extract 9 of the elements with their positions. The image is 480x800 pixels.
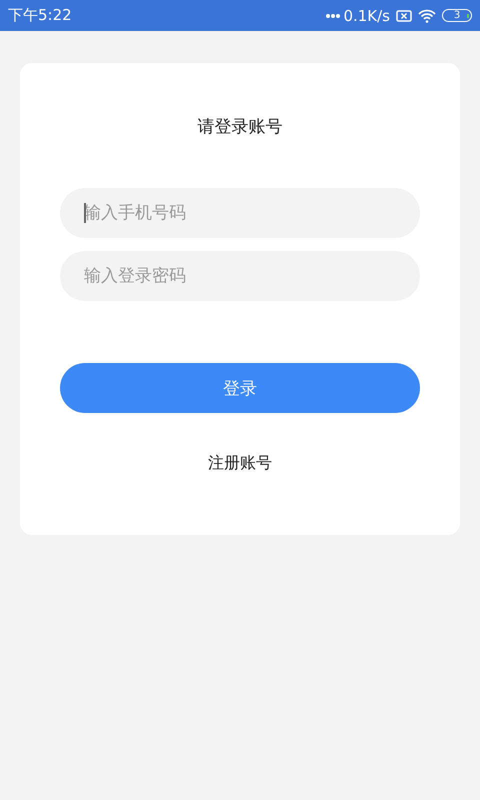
login-title: 请登录账号: [198, 116, 282, 138]
clock-time: 下午5:22: [8, 6, 72, 25]
no-sim-icon: [396, 10, 412, 22]
input-field[interactable]: 输入登录密码: [60, 251, 420, 301]
dots-icon: [325, 12, 342, 18]
wifi-icon: [418, 8, 436, 22]
network-speed: 0.1K/s: [343, 6, 390, 24]
battery-level: 3: [454, 10, 460, 20]
register-link[interactable]: 注册账号: [208, 453, 272, 474]
